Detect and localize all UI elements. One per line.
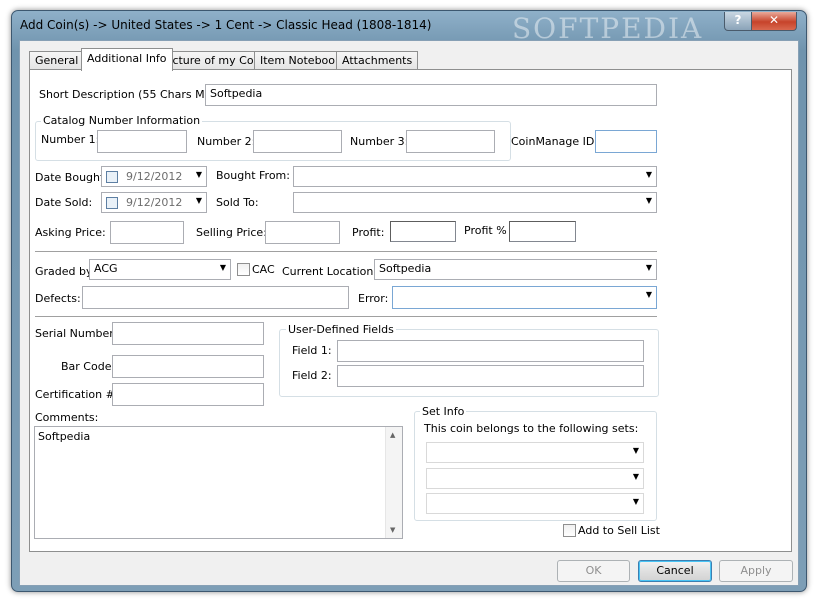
cancel-button[interactable]: Cancel <box>638 560 712 582</box>
profit-value <box>390 221 456 242</box>
serial-number-label: Serial Number: <box>35 327 118 340</box>
error-label: Error: <box>358 292 389 305</box>
user-defined-title: User-Defined Fields <box>286 323 396 336</box>
short-desc-label: Short Description (55 Chars Max) <box>39 88 223 101</box>
graded-by-select[interactable]: ACG ▼ <box>89 259 231 280</box>
set-select-3[interactable]: ▼ <box>426 493 644 514</box>
chevron-down-icon: ▼ <box>645 290 652 299</box>
number2-label: Number 2: <box>197 135 256 148</box>
comments-label: Comments: <box>35 411 99 424</box>
date-bought-value: 9/12/2012 <box>126 170 183 183</box>
window-title: Add Coin(s) -> United States -> 1 Cent -… <box>20 18 432 32</box>
short-desc-input[interactable]: Softpedia <box>205 84 657 106</box>
profit-percent-value <box>509 221 576 242</box>
chevron-down-icon: ▼ <box>632 446 639 455</box>
number3-input[interactable] <box>406 130 495 153</box>
tab-item-notebook[interactable]: Item Notebook <box>254 51 348 70</box>
number3-label: Number 3: <box>350 135 409 148</box>
date-sold-value: 9/12/2012 <box>126 196 183 209</box>
date-bought-label: Date Bought: <box>35 171 109 184</box>
tab-general[interactable]: General <box>29 51 85 70</box>
asking-price-label: Asking Price: <box>35 226 106 239</box>
date-sold-checkbox[interactable] <box>106 197 118 209</box>
tab-picture[interactable]: Picture of my Coin <box>157 51 270 70</box>
separator <box>35 251 657 253</box>
error-select[interactable]: ▼ <box>392 286 657 309</box>
field2-input[interactable] <box>337 365 644 387</box>
title-bar[interactable]: SOFTPEDIA Add Coin(s) -> United States -… <box>12 11 806 45</box>
close-button[interactable]: ✕ <box>751 12 797 31</box>
bar-code-label: Bar Code: <box>61 360 116 373</box>
number2-input[interactable] <box>253 130 342 153</box>
add-to-sell-checkbox[interactable] <box>563 524 576 537</box>
number1-label: Number 1: <box>41 133 100 146</box>
profit-label: Profit: <box>352 226 385 239</box>
certification-label: Certification #: <box>35 388 119 401</box>
date-sold-label: Date Sold: <box>35 196 93 209</box>
chevron-down-icon[interactable]: ▼ <box>196 196 202 205</box>
selling-price-input[interactable] <box>265 221 340 244</box>
profit-percent-label: Profit % <box>464 224 507 237</box>
cac-checkbox[interactable] <box>237 263 250 276</box>
scroll-up-icon[interactable]: ▲ <box>390 431 395 439</box>
coinmanage-id-label: CoinManage ID: <box>511 135 599 148</box>
defects-label: Defects: <box>35 292 81 305</box>
field2-label: Field 2: <box>292 369 332 382</box>
sold-to-select[interactable]: ▼ <box>293 192 657 213</box>
asking-price-input[interactable] <box>110 221 184 244</box>
certification-input[interactable] <box>112 383 264 406</box>
bought-from-label: Bought From: <box>216 169 290 182</box>
comments-scrollbar[interactable]: ▲ ▼ <box>385 427 402 538</box>
ok-button[interactable]: OK <box>557 560 630 582</box>
chevron-down-icon[interactable]: ▼ <box>196 170 202 179</box>
number1-input[interactable] <box>97 130 187 153</box>
set-select-1[interactable]: ▼ <box>426 442 644 463</box>
chevron-down-icon: ▼ <box>645 170 652 179</box>
apply-button[interactable]: Apply <box>719 560 793 582</box>
separator <box>35 316 657 318</box>
tab-attachments[interactable]: Attachments <box>336 51 419 70</box>
chevron-down-icon: ▼ <box>632 472 639 481</box>
graded-by-value: ACG <box>94 262 118 275</box>
current-location-value: Softpedia <box>379 262 432 275</box>
coinmanage-id-input[interactable] <box>595 130 657 153</box>
comments-text: Softpedia <box>38 430 91 443</box>
set-select-2[interactable]: ▼ <box>426 468 644 489</box>
help-button[interactable]: ? <box>724 12 752 31</box>
graded-by-label: Graded by: <box>35 265 96 278</box>
chevron-down-icon: ▼ <box>645 263 652 272</box>
current-location-select[interactable]: Softpedia ▼ <box>374 259 657 280</box>
chevron-down-icon: ▼ <box>645 196 652 205</box>
defects-input[interactable] <box>82 286 349 309</box>
chevron-down-icon: ▼ <box>219 263 226 272</box>
cac-label: CAC <box>252 263 275 276</box>
chevron-down-icon: ▼ <box>632 497 639 506</box>
set-info-description: This coin belongs to the following sets: <box>424 422 639 435</box>
dialog-client: General Additional Info Picture of my Co… <box>19 40 799 586</box>
tab-additional-info[interactable]: Additional Info <box>81 48 173 71</box>
bought-from-select[interactable]: ▼ <box>293 166 657 187</box>
set-info-title: Set Info <box>420 405 467 418</box>
selling-price-label: Selling Price: <box>196 226 267 239</box>
catalog-group-title: Catalog Number Information <box>41 114 203 127</box>
sold-to-label: Sold To: <box>216 196 259 209</box>
date-sold-picker[interactable]: 9/12/2012 ▼ <box>101 192 207 213</box>
serial-number-input[interactable] <box>112 322 264 345</box>
field1-label: Field 1: <box>292 344 332 357</box>
comments-textarea[interactable]: Softpedia ▲ ▼ <box>34 426 403 539</box>
current-location-label: Current Location: <box>282 265 378 278</box>
dialog-window: SOFTPEDIA Add Coin(s) -> United States -… <box>11 10 807 592</box>
date-bought-picker[interactable]: 9/12/2012 ▼ <box>101 166 207 187</box>
scroll-down-icon[interactable]: ▼ <box>390 526 395 534</box>
bar-code-input[interactable] <box>112 355 264 378</box>
field1-input[interactable] <box>337 340 644 362</box>
date-bought-checkbox[interactable] <box>106 171 118 183</box>
add-to-sell-label: Add to Sell List <box>578 524 660 537</box>
additional-info-panel: Short Description (55 Chars Max) Softped… <box>29 69 792 552</box>
